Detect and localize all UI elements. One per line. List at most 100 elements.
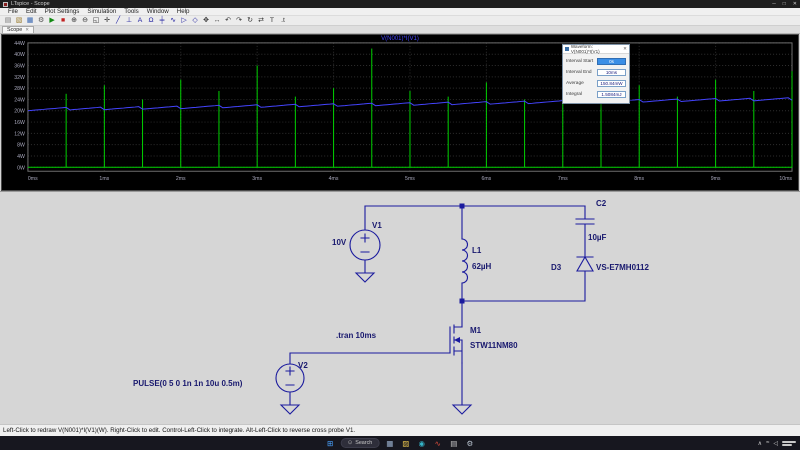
d3-value-label[interactable]: VS-E7MH0112 (596, 263, 649, 272)
undo-icon[interactable]: ↶ (223, 16, 233, 25)
ground-symbols[interactable] (279, 272, 473, 415)
component-m1-nmos[interactable] (449, 324, 463, 364)
schematic-editor[interactable]: V1 10V L1 62µH C2 10µF D3 VS-E7MH0112 M1… (0, 191, 800, 424)
move-icon[interactable]: ✥ (201, 16, 211, 25)
d3-ref-label[interactable]: D3 (551, 263, 561, 272)
run-icon[interactable]: ▶ (47, 16, 57, 25)
mirror-icon[interactable]: ⇄ (256, 16, 266, 25)
clock-display[interactable] (782, 440, 796, 446)
status-bar: Left-Click to redraw V(N001)*I(V1)(W). R… (0, 424, 800, 436)
zoom-out-icon[interactable]: ⊖ (80, 16, 90, 25)
v2-value-label[interactable]: PULSE(0 5 0 1n 1n 10u 0.5m) (133, 379, 242, 388)
capacitor-icon[interactable]: ╪ (157, 16, 167, 25)
svg-text:20W: 20W (14, 109, 25, 115)
tran-directive-label[interactable]: .tran 10ms (336, 331, 376, 340)
dialog-title-bar[interactable]: Waveform: V(N001)*I(V1) ✕ (563, 44, 629, 54)
menu-plot-settings[interactable]: Plot Settings (41, 8, 84, 15)
notepad-icon[interactable]: ▤ (448, 438, 459, 449)
v2-ref-label[interactable]: V2 (298, 361, 308, 370)
waveform-measurement-dialog[interactable]: Waveform: V(N001)*I(V1) ✕ Interval Start… (562, 44, 630, 104)
title-bar: LTspice - Scope ─ □ ✕ (0, 0, 800, 8)
menu-file[interactable]: File (4, 8, 22, 15)
m1-value-label[interactable]: STW11NM80 (470, 341, 518, 350)
svg-text:0W: 0W (17, 165, 25, 171)
open-icon[interactable]: ▧ (14, 16, 24, 25)
spice-directive-icon[interactable]: .t (278, 16, 288, 25)
component-d3-diode[interactable] (576, 255, 594, 272)
component-l1-inductor[interactable] (461, 238, 468, 284)
schematic-canvas[interactable] (0, 192, 800, 425)
component-v1-voltage-source[interactable] (349, 229, 381, 261)
redo-icon[interactable]: ↷ (234, 16, 244, 25)
ltspice-taskbar-icon[interactable]: ∿ (432, 438, 443, 449)
pan-icon[interactable]: ✛ (102, 16, 112, 25)
svg-text:6ms: 6ms (481, 176, 491, 182)
wire-icon[interactable]: ╱ (113, 16, 123, 25)
tab-close-icon[interactable]: ✕ (25, 27, 29, 33)
status-text: Left-Click to redraw V(N001)*I(V1)(W). R… (3, 427, 356, 434)
settings-icon[interactable]: ⚙ (464, 438, 475, 449)
component-icon[interactable]: ◇ (190, 16, 200, 25)
menu-tools[interactable]: Tools (120, 8, 142, 15)
new-schematic-icon[interactable]: ▤ (3, 16, 13, 25)
integral-value: 1.5084mJ (597, 91, 626, 98)
svg-text:12W: 12W (14, 131, 25, 137)
svg-text:10ms: 10ms (779, 176, 792, 182)
c2-ref-label[interactable]: C2 (596, 199, 606, 208)
svg-text:7ms: 7ms (558, 176, 568, 182)
l1-value-label[interactable]: 62µH (472, 262, 491, 271)
drag-icon[interactable]: ↔ (212, 16, 222, 25)
edge-icon[interactable]: ◉ (416, 438, 427, 449)
dialog-row-interval-start: Interval Start 0s (566, 56, 626, 67)
svg-text:16W: 16W (14, 120, 25, 126)
m1-ref-label[interactable]: M1 (470, 326, 481, 335)
zoom-in-icon[interactable]: ⊕ (69, 16, 79, 25)
ground-icon[interactable]: ⊥ (124, 16, 134, 25)
inductor-icon[interactable]: ∿ (168, 16, 178, 25)
v1-value-label[interactable]: 10V (332, 238, 346, 247)
halt-icon[interactable]: ■ (58, 16, 68, 25)
trace-expression-label[interactable]: V(N001)*I(V1) (2, 36, 798, 42)
control-panel-icon[interactable]: ⚙ (36, 16, 46, 25)
diode-icon[interactable]: ▷ (179, 16, 189, 25)
interval-start-value[interactable]: 0s (597, 58, 626, 65)
svg-text:5ms: 5ms (405, 176, 415, 182)
svg-text:4ms: 4ms (329, 176, 339, 182)
dialog-row-average: Average 150.84mW (566, 78, 626, 89)
menu-simulation[interactable]: Simulation (83, 8, 120, 15)
menu-edit[interactable]: Edit (22, 8, 41, 15)
menu-help[interactable]: Help (173, 8, 194, 15)
ltspice-app-icon (3, 1, 8, 7)
task-view-icon[interactable]: ▦ (384, 438, 395, 449)
save-icon[interactable]: ▦ (25, 16, 35, 25)
file-explorer-icon[interactable]: ▨ (400, 438, 411, 449)
resistor-icon[interactable]: Ω (146, 16, 156, 25)
zoom-full-icon[interactable]: ◱ (91, 16, 101, 25)
net-label-icon[interactable]: A (135, 16, 145, 25)
tray-chevron-icon[interactable]: ∧ (758, 440, 762, 447)
menu-window[interactable]: Window (143, 8, 173, 15)
svg-text:40W: 40W (14, 52, 25, 58)
text-icon[interactable]: T (267, 16, 277, 25)
integral-label: Integral (566, 92, 582, 97)
waveform-plot[interactable]: 0ms 1ms 2ms 3ms 4ms 5ms 6ms 7ms 8ms 9ms 10ms44W40W… (2, 35, 798, 190)
network-icon[interactable]: ≈ (766, 440, 769, 446)
l1-ref-label[interactable]: L1 (472, 246, 481, 255)
average-value: 150.84mW (597, 80, 626, 87)
taskbar-search-input[interactable]: ⊙ Search (340, 438, 380, 448)
rotate-icon[interactable]: ↻ (245, 16, 255, 25)
maximize-button[interactable]: □ (783, 1, 786, 7)
tab-scope[interactable]: Scope ✕ (2, 26, 35, 33)
dialog-close-icon[interactable]: ✕ (623, 46, 627, 52)
svg-text:24W: 24W (14, 97, 25, 103)
minimize-button[interactable]: ─ (772, 1, 776, 7)
volume-icon[interactable]: ◁ (773, 440, 778, 447)
component-c2-capacitor[interactable] (575, 218, 595, 225)
start-icon[interactable]: ⊞ (325, 438, 336, 449)
close-button[interactable]: ✕ (793, 1, 797, 7)
waveform-viewer[interactable]: 0ms 1ms 2ms 3ms 4ms 5ms 6ms 7ms 8ms 9ms 10ms 44W 40W… (1, 34, 799, 191)
v1-ref-label[interactable]: V1 (372, 221, 382, 230)
schematic-wires[interactable] (289, 205, 586, 406)
interval-end-value[interactable]: 10ms (597, 69, 626, 76)
c2-value-label[interactable]: 10µF (588, 233, 606, 242)
